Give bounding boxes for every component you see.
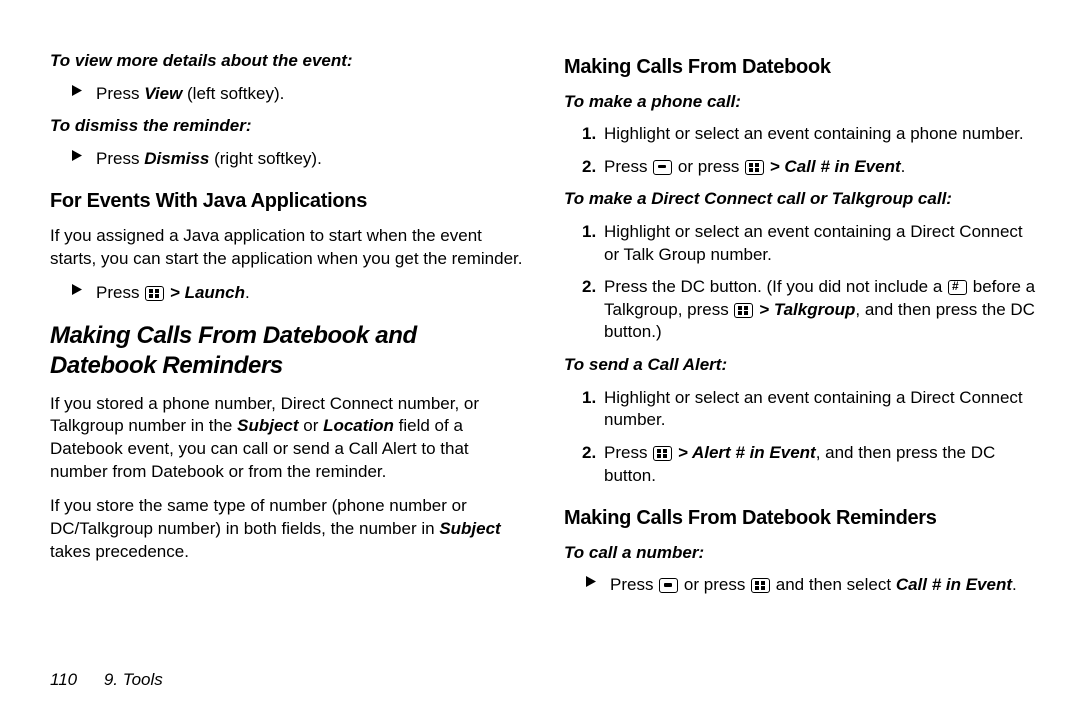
play-icon: [72, 150, 84, 171]
list-number: 1.: [582, 123, 600, 146]
ok-key-icon: [659, 578, 678, 593]
play-icon: [72, 85, 84, 106]
ordered-list: 1. Highlight or select an event containi…: [564, 123, 1042, 178]
section-heading: Making Calls From Datebook: [564, 54, 1042, 81]
instruction-lead: To make a phone call:: [564, 91, 1042, 114]
list-item: 1. Highlight or select an event containi…: [564, 123, 1042, 146]
play-icon: [72, 284, 84, 305]
list-number: 2.: [582, 276, 600, 344]
list-item: 1. Highlight or select an event containi…: [564, 221, 1042, 266]
bullet-text: Press Dismiss (right softkey).: [96, 148, 322, 171]
page-footer: 110 9. Tools: [50, 669, 163, 692]
instruction-lead: To call a number:: [564, 542, 1042, 565]
bullet-text: Press or press and then select Call # in…: [610, 574, 1017, 597]
list-item: 1. Highlight or select an event containi…: [564, 387, 1042, 432]
hash-key-icon: [948, 280, 967, 295]
left-column: To view more details about the event: Pr…: [50, 50, 552, 680]
bullet-item: Press or press and then select Call # in…: [564, 574, 1042, 597]
major-heading: Making Calls From Datebook and Datebook …: [50, 321, 528, 381]
page-number: 110: [50, 670, 77, 689]
list-number: 2.: [582, 156, 600, 179]
ordered-list: 1. Highlight or select an event containi…: [564, 221, 1042, 344]
list-number: 2.: [582, 442, 600, 487]
manual-page: To view more details about the event: Pr…: [0, 0, 1080, 720]
instruction-lead: To make a Direct Connect call or Talkgro…: [564, 188, 1042, 211]
right-column: Making Calls From Datebook To make a pho…: [552, 50, 1050, 680]
ok-key-icon: [653, 160, 672, 175]
section-heading: Making Calls From Datebook Reminders: [564, 505, 1042, 532]
paragraph: If you assigned a Java application to st…: [50, 225, 528, 270]
chapter-label: 9. Tools: [104, 670, 163, 689]
menu-key-icon: [751, 578, 770, 593]
list-item: 2. Press the DC button. (If you did not …: [564, 276, 1042, 344]
play-icon: [586, 576, 598, 597]
list-item: 2. Press or press > Call # in Event.: [564, 156, 1042, 179]
instruction-lead: To dismiss the reminder:: [50, 115, 528, 138]
menu-key-icon: [734, 303, 753, 318]
paragraph: If you store the same type of number (ph…: [50, 495, 528, 563]
list-item: 2. Press > Alert # in Event, and then pr…: [564, 442, 1042, 487]
list-number: 1.: [582, 387, 600, 432]
bullet-text: Press View (left softkey).: [96, 83, 284, 106]
bullet-item: Press Dismiss (right softkey).: [50, 148, 528, 171]
menu-key-icon: [745, 160, 764, 175]
bullet-item: Press > Launch.: [50, 282, 528, 305]
ordered-list: 1. Highlight or select an event containi…: [564, 387, 1042, 487]
bullet-text: Press > Launch.: [96, 282, 250, 305]
menu-key-icon: [653, 446, 672, 461]
instruction-lead: To send a Call Alert:: [564, 354, 1042, 377]
list-number: 1.: [582, 221, 600, 266]
bullet-item: Press View (left softkey).: [50, 83, 528, 106]
instruction-lead: To view more details about the event:: [50, 50, 528, 73]
paragraph: If you stored a phone number, Direct Con…: [50, 393, 528, 483]
section-heading: For Events With Java Applications: [50, 188, 528, 215]
menu-key-icon: [145, 286, 164, 301]
